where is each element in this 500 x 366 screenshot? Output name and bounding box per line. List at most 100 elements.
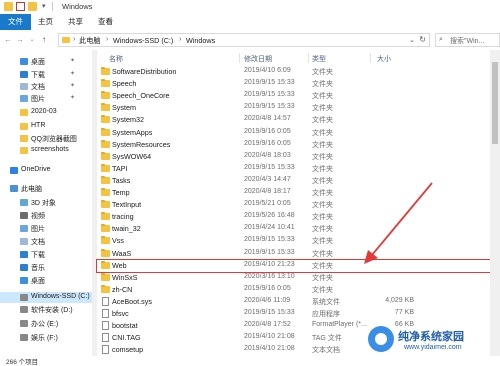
sidebar-item-label: 办公 (E:) — [31, 321, 59, 328]
scrollbar-thumb[interactable] — [492, 62, 498, 144]
file-type: 文件夹 — [312, 165, 333, 173]
folder-icon — [20, 123, 28, 130]
folder-icon — [101, 236, 110, 245]
file-row[interactable]: WaaS 2019/9/15 15:33 文件夹 — [97, 248, 490, 260]
sidebar-item[interactable]: 文档 ✦ — [0, 81, 92, 92]
file-row[interactable]: Speech 2019/9/15 15:33 文件夹 — [97, 78, 490, 90]
file-date: 2019/9/15 15:33 — [244, 309, 295, 316]
file-type: 文件夹 — [312, 250, 333, 258]
tab-share[interactable]: 共享 — [60, 14, 91, 30]
properties-icon[interactable] — [16, 2, 25, 11]
file-row[interactable]: TextInput 2019/5/21 0:05 文件夹 — [97, 199, 490, 211]
file-row[interactable]: Temp 2020/4/8 18:17 文件夹 — [97, 187, 490, 199]
up-button[interactable]: ↑ — [39, 34, 49, 46]
file-type: 文件夹 — [312, 69, 333, 76]
tab-home[interactable]: 主页 — [30, 14, 61, 30]
item-count: 266 个项目 — [6, 359, 39, 366]
sidebar-item[interactable]: 图片 — [0, 223, 92, 234]
column-header-size[interactable]: 大小 — [377, 54, 391, 64]
column-header-date[interactable]: 修改日期 — [244, 54, 272, 64]
sidebar-item[interactable]: 软件安装 (D:) — [0, 304, 92, 315]
file-row[interactable]: bfsvc 2019/9/15 15:33 应用程序 77 KB — [97, 308, 490, 320]
drive-icon — [20, 306, 28, 313]
column-divider[interactable] — [308, 53, 309, 63]
breadcrumb-drive[interactable]: Windows-SSD (C:) — [113, 36, 173, 45]
drive-icon — [20, 294, 28, 301]
watermark: 纯净系统家园 www.yidaimei.com — [368, 322, 498, 362]
sidebar-item-label: screenshots — [31, 146, 69, 153]
sidebar-item-label: 图片 — [31, 226, 45, 233]
file-row[interactable]: Web 2019/4/10 21:23 文件夹 — [96, 258, 491, 273]
sidebar-item[interactable]: 下载 ✦ — [0, 69, 92, 80]
tab-file[interactable]: 文件 — [0, 14, 31, 30]
folder-icon — [101, 260, 110, 269]
file-name: SystemResources — [112, 139, 171, 149]
file-row[interactable]: SysWOW64 2020/4/8 18:03 文件夹 — [97, 151, 490, 163]
file-date: 2019/5/21 0:05 — [244, 200, 291, 208]
sidebar-item[interactable]: 桌面 — [0, 275, 92, 286]
recent-locations-button[interactable]: ⌄ — [27, 34, 37, 46]
file-row[interactable]: Tasks 2020/4/3 14:47 文件夹 — [97, 175, 490, 187]
file-row[interactable]: AceBoot.sys 2020/4/6 11:09 系统文件 4,029 KB — [97, 296, 490, 308]
file-row[interactable]: SoftwareDistribution 2019/4/10 6:09 文件夹 — [97, 66, 490, 78]
file-row[interactable]: Speech_OneCore 2019/9/15 15:33 文件夹 — [97, 90, 490, 102]
file-name: Speech_OneCore — [112, 91, 170, 101]
sidebar-item[interactable]: 3D 对象 — [0, 197, 92, 208]
sidebar-item-label: 文档 — [31, 84, 45, 91]
breadcrumb-this-pc[interactable]: 此电脑 — [79, 36, 101, 46]
file-row[interactable]: Vss 2019/9/15 15:33 文件夹 — [97, 235, 490, 247]
file-row[interactable]: tracing 2019/5/26 16:48 文件夹 — [97, 211, 490, 223]
sidebar-item[interactable]: 文档 — [0, 236, 92, 247]
column-divider[interactable] — [239, 53, 240, 63]
file-icon — [102, 345, 109, 355]
sidebar-item[interactable]: 视频 — [0, 210, 92, 221]
search-box[interactable]: ⌕ 搜索"Win... — [435, 33, 500, 47]
sidebar-item[interactable]: 办公 (E:) — [0, 318, 92, 329]
folder-icon — [4, 2, 13, 11]
chevron-down-icon[interactable]: ⌄ — [409, 36, 415, 44]
document-icon — [20, 238, 28, 245]
sidebar-item[interactable]: QQ浏览器截图 — [0, 133, 92, 144]
file-row[interactable]: TAPI 2019/9/15 15:33 文件夹 — [97, 163, 490, 175]
sidebar-item[interactable]: screenshots — [0, 145, 92, 156]
address-bar[interactable]: › 此电脑 › Windows-SSD (C:) › Windows ⌄ ↻ — [58, 33, 430, 47]
folder-icon — [101, 248, 110, 257]
sidebar-item-label: 软件安装 (D:) — [31, 307, 73, 314]
sidebar-item[interactable]: 下载 — [0, 249, 92, 260]
file-row[interactable]: SystemApps 2019/9/16 0:05 文件夹 — [97, 127, 490, 139]
sidebar-item[interactable]: Windows-SSD (C:) — [0, 292, 92, 303]
chevron-right-icon: › — [73, 36, 76, 43]
breadcrumb-windows[interactable]: Windows — [186, 36, 215, 45]
sidebar-item-label: 音乐 — [31, 265, 45, 272]
column-header-type[interactable]: 类型 — [312, 54, 326, 64]
folder-icon — [101, 139, 110, 148]
file-row[interactable]: twain_32 2019/4/24 10:41 文件夹 — [97, 223, 490, 235]
file-row[interactable]: System32 2020/4/8 14:57 文件夹 — [97, 114, 490, 126]
file-date: 2020/4/8 18:03 — [244, 151, 291, 159]
chevron-down-icon[interactable]: ▾ — [42, 2, 46, 11]
new-folder-icon[interactable] — [28, 2, 37, 11]
search-icon: ⌕ — [439, 36, 443, 43]
sidebar-item[interactable]: 此电脑 — [0, 183, 92, 194]
file-type: 文本文档 — [312, 347, 340, 355]
forward-button[interactable]: → — [15, 34, 25, 46]
sidebar-item[interactable]: 音乐 — [0, 262, 92, 273]
sidebar-item[interactable]: 图片 ✦ — [0, 93, 92, 104]
sidebar-item[interactable]: HTR — [0, 121, 92, 132]
file-row[interactable]: System 2019/9/15 15:33 文件夹 — [97, 102, 490, 114]
file-row[interactable]: zh-CN 2019/9/16 0:05 文件夹 — [97, 284, 490, 296]
sidebar-item[interactable]: OneDrive — [0, 165, 92, 176]
folder-icon — [20, 147, 28, 154]
sidebar-item[interactable]: 娱乐 (F:) — [0, 332, 92, 343]
file-date: 2019/9/16 0:05 — [244, 284, 291, 292]
file-type: 应用程序 — [312, 311, 340, 318]
column-header-name[interactable]: 名称 — [109, 54, 123, 64]
file-row[interactable]: SystemResources 2019/9/16 0:05 文件夹 — [97, 139, 490, 151]
refresh-icon[interactable]: ↻ — [419, 35, 426, 44]
tab-view[interactable]: 查看 — [90, 14, 121, 30]
column-divider[interactable] — [370, 53, 371, 63]
file-row[interactable]: WinSxS 2020/3/16 13:10 文件夹 — [97, 272, 490, 284]
back-button[interactable]: ← — [3, 34, 13, 46]
sidebar-item[interactable]: 桌面 ✦ — [0, 56, 92, 67]
sidebar-item[interactable]: 2020-03 — [0, 107, 92, 118]
